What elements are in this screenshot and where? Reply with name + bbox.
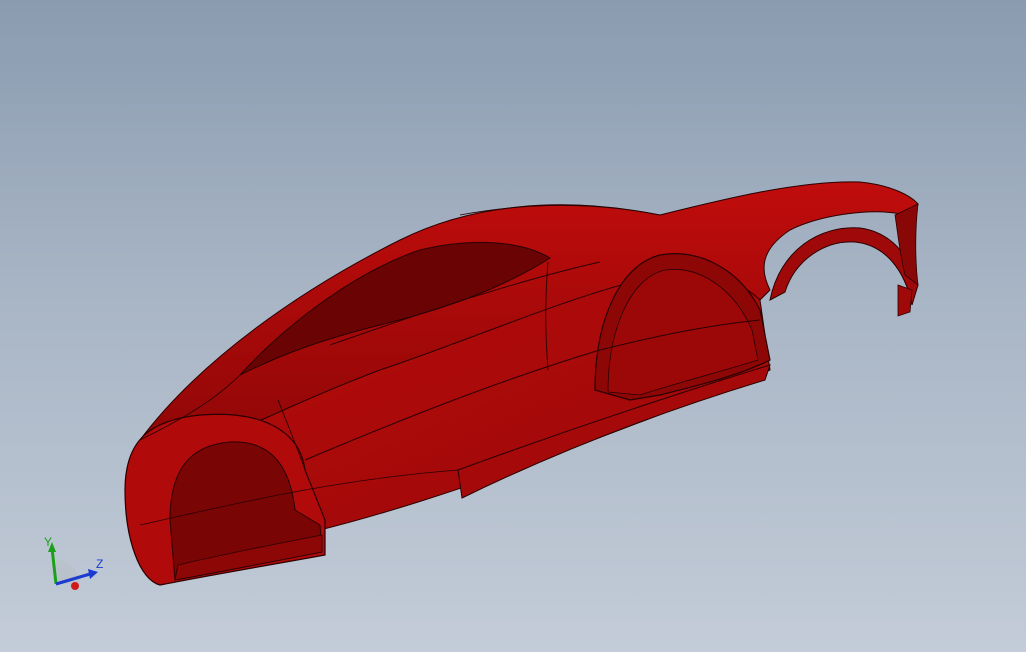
graphics-viewport[interactable]: Y Z <box>0 0 1026 652</box>
car-body-model[interactable] <box>0 0 1026 652</box>
view-orientation-triad[interactable]: Y Z <box>38 532 110 596</box>
y-axis-line <box>50 547 58 585</box>
y-axis-label: Y <box>44 535 52 549</box>
x-axis-dot <box>71 582 79 590</box>
far-arch-strip <box>894 203 919 286</box>
far-arch-tail <box>897 284 913 317</box>
far-arch-outer <box>769 227 919 306</box>
z-axis-label: Z <box>96 557 103 571</box>
